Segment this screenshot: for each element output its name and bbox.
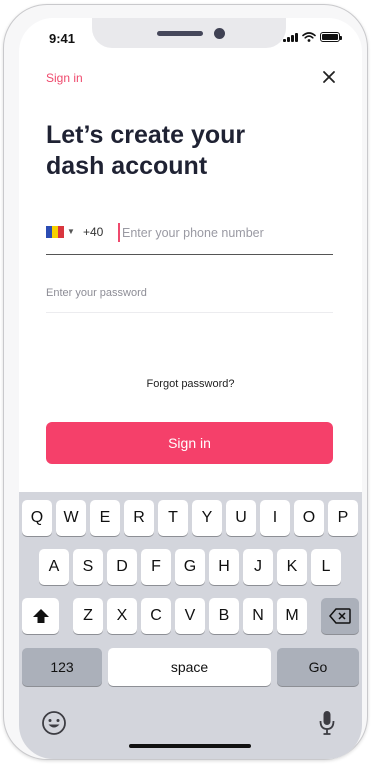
backspace-icon bbox=[329, 608, 351, 624]
key-t[interactable]: T bbox=[158, 500, 188, 536]
battery-icon bbox=[320, 32, 342, 42]
key-i[interactable]: I bbox=[260, 500, 290, 536]
shift-key[interactable] bbox=[22, 598, 59, 634]
phone-screen: 9:41 Sign in Let’s create your dash acco… bbox=[19, 18, 362, 759]
phone-field: ▼ +40 bbox=[46, 221, 333, 255]
front-camera bbox=[214, 28, 225, 39]
wifi-icon bbox=[302, 32, 316, 42]
header-sign-in-link[interactable]: Sign in bbox=[46, 71, 83, 85]
speaker-grille bbox=[157, 31, 203, 36]
emoji-icon[interactable] bbox=[41, 710, 67, 736]
key-q[interactable]: Q bbox=[22, 500, 52, 536]
device-notch bbox=[92, 18, 286, 48]
home-indicator bbox=[129, 744, 251, 748]
key-d[interactable]: D bbox=[107, 549, 137, 585]
key-x[interactable]: X bbox=[107, 598, 137, 634]
key-a[interactable]: A bbox=[39, 549, 69, 585]
key-m[interactable]: M bbox=[277, 598, 307, 634]
sign-in-button[interactable]: Sign in bbox=[46, 422, 333, 464]
phone-frame: 9:41 Sign in Let’s create your dash acco… bbox=[3, 4, 368, 760]
key-h[interactable]: H bbox=[209, 549, 239, 585]
key-r[interactable]: R bbox=[124, 500, 154, 536]
key-z[interactable]: Z bbox=[73, 598, 103, 634]
forgot-password-link[interactable]: Forgot password? bbox=[19, 378, 362, 390]
shift-icon bbox=[32, 609, 49, 623]
password-field bbox=[46, 283, 333, 313]
key-b[interactable]: B bbox=[209, 598, 239, 634]
key-c[interactable]: C bbox=[141, 598, 171, 634]
key-v[interactable]: V bbox=[175, 598, 205, 634]
backspace-key[interactable] bbox=[321, 598, 359, 634]
go-key[interactable]: Go bbox=[277, 648, 359, 686]
on-screen-keyboard: Q W E R T Y U I O P A S D F G H J K L Z X C V B N M 123 space Go bbox=[19, 492, 362, 759]
romania-flag-icon[interactable] bbox=[46, 226, 64, 238]
key-k[interactable]: K bbox=[277, 549, 307, 585]
key-l[interactable]: L bbox=[311, 549, 341, 585]
key-y[interactable]: Y bbox=[192, 500, 222, 536]
key-o[interactable]: O bbox=[294, 500, 324, 536]
country-caret-icon[interactable]: ▼ bbox=[67, 227, 75, 236]
key-n[interactable]: N bbox=[243, 598, 273, 634]
key-g[interactable]: G bbox=[175, 549, 205, 585]
microphone-icon[interactable] bbox=[317, 710, 337, 737]
status-icons bbox=[283, 32, 342, 42]
key-j[interactable]: J bbox=[243, 549, 273, 585]
close-icon[interactable] bbox=[321, 69, 337, 85]
cellular-signal-icon bbox=[283, 32, 298, 42]
dial-code: +40 bbox=[83, 225, 104, 239]
flag-stripe-red bbox=[58, 226, 64, 238]
page-title: Let’s create your dash account bbox=[46, 121, 246, 180]
status-time: 9:41 bbox=[49, 31, 76, 46]
key-p[interactable]: P bbox=[328, 500, 358, 536]
key-f[interactable]: F bbox=[141, 549, 171, 585]
key-w[interactable]: W bbox=[56, 500, 86, 536]
key-e[interactable]: E bbox=[90, 500, 120, 536]
password-input[interactable] bbox=[46, 284, 326, 302]
phone-number-input[interactable] bbox=[122, 223, 327, 243]
numbers-key[interactable]: 123 bbox=[22, 648, 102, 686]
space-key[interactable]: space bbox=[108, 648, 271, 686]
text-cursor bbox=[118, 223, 120, 242]
key-u[interactable]: U bbox=[226, 500, 256, 536]
key-s[interactable]: S bbox=[73, 549, 103, 585]
